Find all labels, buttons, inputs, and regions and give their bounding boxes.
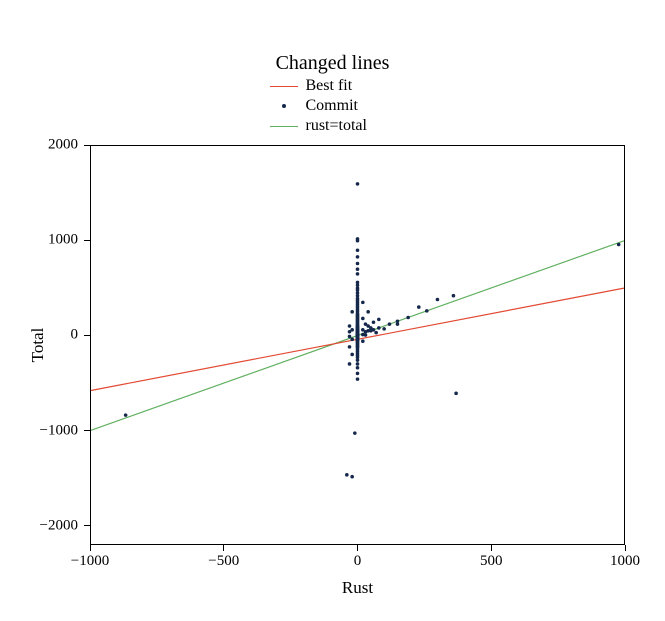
legend-item-identity: rust=total (0, 116, 665, 136)
scatter-point (617, 243, 621, 247)
y-tick-label: 2000 (28, 137, 78, 154)
x-tick-label: −1000 (71, 553, 109, 570)
y-tick (84, 430, 90, 431)
legend-label: rust=total (306, 117, 396, 135)
scatter-point (356, 272, 360, 276)
plot-svg (91, 146, 624, 544)
scatter-point (372, 320, 376, 324)
chart-title: Changed lines (0, 52, 665, 75)
scatter-point (348, 345, 352, 349)
scatter-point (350, 310, 354, 314)
scatter-point (348, 362, 352, 366)
legend: Best fit Commit rust=total (0, 76, 665, 136)
x-tick (223, 545, 224, 551)
y-tick (84, 335, 90, 336)
line-icon (270, 119, 298, 133)
x-tick-label: −500 (208, 553, 239, 570)
scatter-point (350, 353, 354, 357)
x-tick-label: 0 (354, 553, 362, 570)
dot-icon (270, 99, 298, 113)
scatter-point (377, 318, 381, 322)
y-tick-label: −2000 (28, 517, 78, 534)
scatter-point (356, 255, 360, 259)
scatter-point (356, 262, 360, 266)
scatter-point (382, 327, 386, 331)
legend-item-best-fit: Best fit (0, 76, 665, 96)
scatter-point (454, 392, 458, 396)
scatter-point (361, 317, 365, 321)
x-axis-label: Rust (90, 578, 625, 598)
plot-area (90, 145, 625, 545)
scatter-point (356, 377, 360, 381)
line-icon (270, 79, 298, 93)
y-tick (84, 145, 90, 146)
scatter-point (436, 298, 440, 302)
scatter-point (452, 294, 456, 298)
scatter-point (353, 431, 357, 435)
scatter-point (348, 335, 352, 339)
scatter-point (425, 309, 429, 313)
scatter-point (124, 413, 128, 417)
x-tick (90, 545, 91, 551)
x-tick (357, 545, 358, 551)
scatter-point (377, 326, 381, 330)
scatter-point (406, 316, 410, 320)
scatter-point (361, 301, 365, 305)
scatter-point (356, 372, 360, 376)
scatter-point (356, 239, 360, 243)
legend-label: Best fit (306, 77, 396, 95)
y-tick-label: −1000 (28, 422, 78, 439)
y-tick (84, 525, 90, 526)
scatter-point (350, 328, 354, 332)
scatter-point (356, 248, 360, 252)
scatter-point (348, 324, 352, 328)
scatter-point (396, 322, 400, 326)
y-tick (84, 240, 90, 241)
y-axis-label: Total (28, 315, 48, 375)
scatter-point (417, 305, 421, 309)
scatter-point (372, 328, 376, 332)
scatter-point (350, 338, 354, 342)
scatter-point (356, 267, 360, 271)
scatter-point (356, 182, 360, 186)
figure: Changed lines Best fit Commit rust=total (0, 0, 665, 621)
legend-item-commit: Commit (0, 96, 665, 116)
scatter-point (350, 475, 354, 479)
scatter-point (388, 322, 392, 326)
scatter-points (124, 182, 621, 478)
x-tick (625, 545, 626, 551)
scatter-point (356, 366, 360, 370)
scatter-point (356, 358, 360, 362)
legend-label: Commit (306, 97, 396, 115)
scatter-point (356, 362, 360, 366)
scatter-point (366, 310, 370, 314)
x-tick-label: 500 (480, 553, 503, 570)
scatter-point (361, 339, 365, 343)
x-tick (491, 545, 492, 551)
scatter-point (374, 331, 378, 335)
scatter-point (345, 473, 349, 477)
y-tick-label: 1000 (28, 232, 78, 249)
scatter-point (364, 333, 368, 337)
x-tick-label: 1000 (610, 553, 640, 570)
